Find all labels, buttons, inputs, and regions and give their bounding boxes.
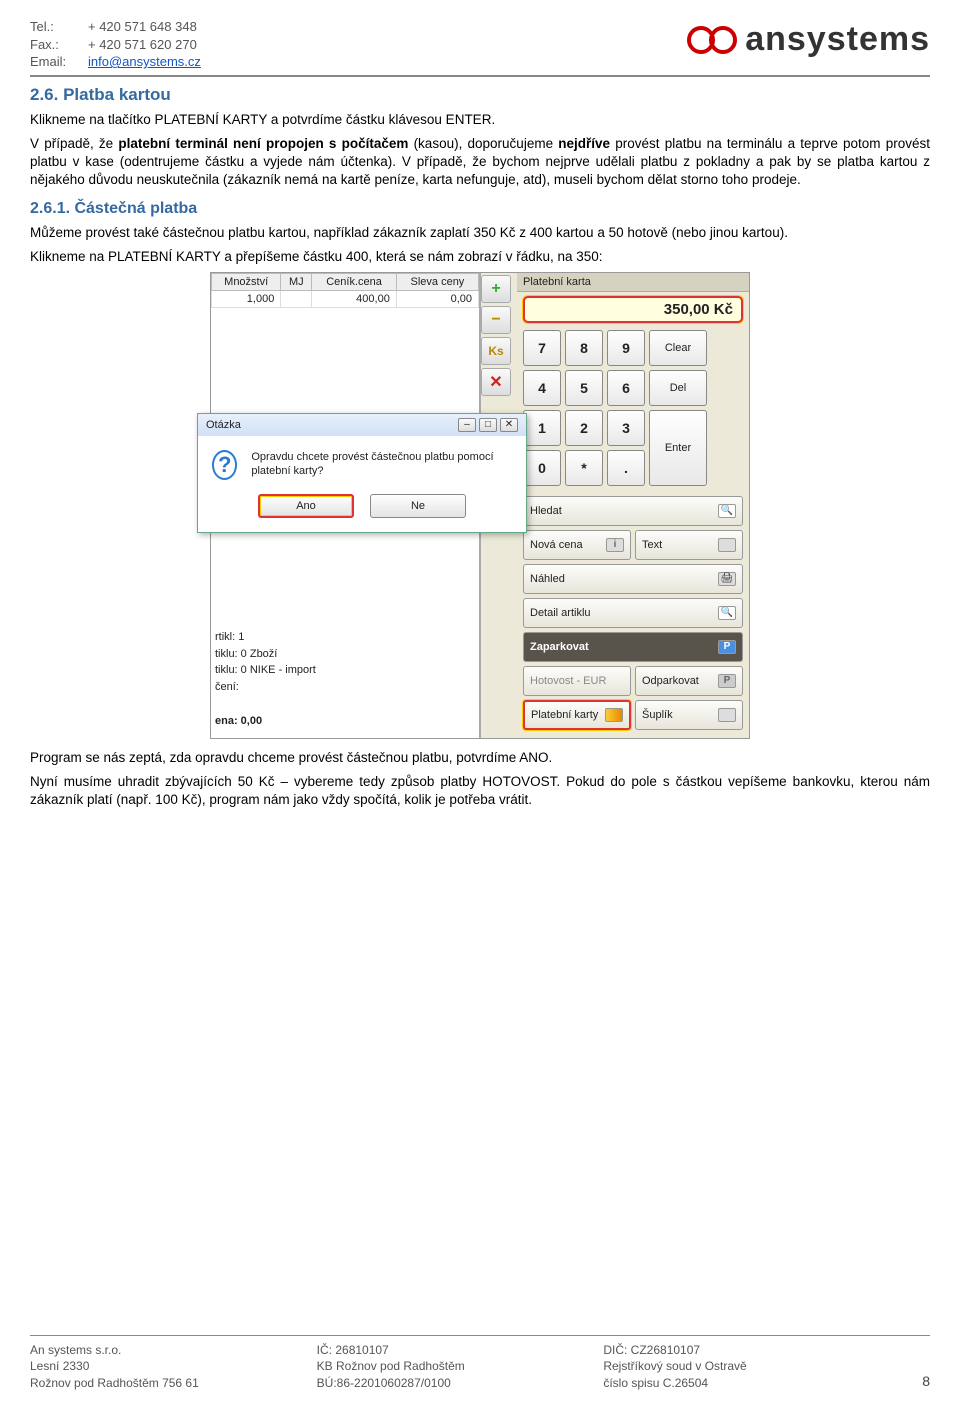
key-1[interactable]: 1 <box>523 410 561 446</box>
embedded-screenshot: Množství MJ Ceník.cena Sleva ceny 1,000 … <box>30 272 930 739</box>
items-table: Množství MJ Ceník.cena Sleva ceny 1,000 … <box>211 273 479 308</box>
item-detail-button[interactable]: Detail artiklu🔍 <box>523 598 743 628</box>
section-26-p2: V případě, že platební terminál není pro… <box>30 135 930 190</box>
th-mj[interactable]: MJ <box>281 273 312 290</box>
cash-eur-button[interactable]: Hotovost - EUR <box>523 666 631 696</box>
minimize-icon[interactable]: – <box>458 418 476 432</box>
section-261-p2: Klikneme na PLATEBNÍ KARTY a přepíšeme č… <box>30 248 930 266</box>
email-label: Email: <box>30 53 80 71</box>
key-dot[interactable]: . <box>607 450 645 486</box>
no-button[interactable]: Ne <box>370 494 466 518</box>
unpark-button[interactable]: OdparkovatP <box>635 666 743 696</box>
footer-col-1: An systems s.r.o. Lesní 2330 Rožnov pod … <box>30 1342 317 1392</box>
delete-row-button[interactable]: ✕ <box>481 368 511 396</box>
table-row[interactable]: 1,000 400,00 0,00 <box>212 290 479 307</box>
search-button[interactable]: Hledat🔍 <box>523 496 743 526</box>
footer-divider <box>30 1335 930 1336</box>
question-icon: ? <box>212 450 237 480</box>
section-261-p1: Můžeme provést také částečnou platbu kar… <box>30 224 930 242</box>
ks-button[interactable]: Ks <box>481 337 511 365</box>
section-title-26: 2.6. Platba kartou <box>30 85 930 105</box>
page-footer: An systems s.r.o. Lesní 2330 Rožnov pod … <box>30 1333 930 1392</box>
key-6[interactable]: 6 <box>607 370 645 406</box>
card-icon <box>605 708 623 722</box>
maximize-icon[interactable]: □ <box>479 418 497 432</box>
yes-button[interactable]: Ano <box>258 494 354 518</box>
fax-value: + 420 571 620 270 <box>88 36 197 54</box>
key-enter[interactable]: Enter <box>649 410 707 486</box>
close-icon[interactable]: ✕ <box>500 418 518 432</box>
minus-button[interactable]: − <box>481 306 511 334</box>
key-del[interactable]: Del <box>649 370 707 406</box>
plus-button[interactable]: + <box>481 275 511 303</box>
section-title-261: 2.6.1. Částečná platba <box>30 200 930 218</box>
drawer-button[interactable]: Šuplík <box>635 700 743 730</box>
contact-block: Tel.: + 420 571 648 348 Fax.: + 420 571 … <box>30 18 201 71</box>
key-2[interactable]: 2 <box>565 410 603 446</box>
dialog-title: Otázka <box>206 419 241 431</box>
page-number: 8 <box>890 1372 930 1392</box>
key-9[interactable]: 9 <box>607 330 645 366</box>
footer-col-2: IČ: 26810107KB Rožnov pod RadhoštěmBÚ:86… <box>317 1342 604 1392</box>
logo-text: ansystems <box>741 20 930 59</box>
unpark-icon: P <box>718 674 736 688</box>
cell-mj <box>281 290 312 307</box>
preview-button[interactable]: Náhled🖨 <box>523 564 743 594</box>
numeric-keypad: 7 8 9 Clear 4 5 6 Del 1 2 3 Enter 0 * . <box>517 327 749 492</box>
th-sleva[interactable]: Sleva ceny <box>396 273 478 290</box>
footer-col-3: DIČ: CZ26810107 Rejstříkový soud v Ostra… <box>603 1342 890 1392</box>
cell-mnozstvi: 1,000 <box>212 290 281 307</box>
text-icon <box>718 538 736 552</box>
logo-circle-icon <box>709 26 737 54</box>
key-7[interactable]: 7 <box>523 330 561 366</box>
key-5[interactable]: 5 <box>565 370 603 406</box>
text-button[interactable]: Text <box>635 530 743 560</box>
key-8[interactable]: 8 <box>565 330 603 366</box>
tel-label: Tel.: <box>30 18 80 36</box>
bottom-left-info: rtikl: 1 tiklu: 0 Zboží tiklu: 0 NIKE - … <box>215 629 316 730</box>
fax-label: Fax.: <box>30 36 80 54</box>
after-p1: Program se nás zeptá, zda opravdu chceme… <box>30 749 930 767</box>
logo: ansystems <box>687 20 930 59</box>
amount-input[interactable]: 350,00 Kč <box>523 296 743 323</box>
section-26-p1: Klikneme na tlačítko PLATEBNÍ KARTY a po… <box>30 111 930 129</box>
key-4[interactable]: 4 <box>523 370 561 406</box>
dialog-text: Opravdu chcete provést částečnou platbu … <box>251 450 512 479</box>
th-mnozstvi[interactable]: Množství <box>212 273 281 290</box>
cell-sleva: 0,00 <box>396 290 478 307</box>
new-price-button[interactable]: Nová cenai <box>523 530 631 560</box>
key-star[interactable]: * <box>565 450 603 486</box>
cell-cena: 400,00 <box>312 290 397 307</box>
th-cenik[interactable]: Ceník.cena <box>312 273 397 290</box>
park-button[interactable]: ZaparkovatP <box>523 632 743 662</box>
magnifier-icon: 🔍 <box>718 606 736 620</box>
confirm-dialog: Otázka – □ ✕ ? Opravdu chcete provést čá… <box>197 413 527 533</box>
email-link[interactable]: info@ansystems.cz <box>88 53 201 71</box>
panel-header: Platební karta <box>517 273 749 292</box>
search-icon: 🔍 <box>718 504 736 518</box>
print-icon: 🖨 <box>718 572 736 586</box>
info-icon: i <box>606 538 624 552</box>
tel-value: + 420 571 648 348 <box>88 18 197 36</box>
page-header: Tel.: + 420 571 648 348 Fax.: + 420 571 … <box>30 18 930 71</box>
key-clear[interactable]: Clear <box>649 330 707 366</box>
key-0[interactable]: 0 <box>523 450 561 486</box>
after-p2: Nyní musíme uhradit zbývajících 50 Kč – … <box>30 773 930 809</box>
key-3[interactable]: 3 <box>607 410 645 446</box>
header-divider <box>30 75 930 77</box>
drawer-icon <box>718 708 736 722</box>
park-icon: P <box>718 640 736 654</box>
payment-cards-button[interactable]: Platební karty <box>523 700 631 730</box>
